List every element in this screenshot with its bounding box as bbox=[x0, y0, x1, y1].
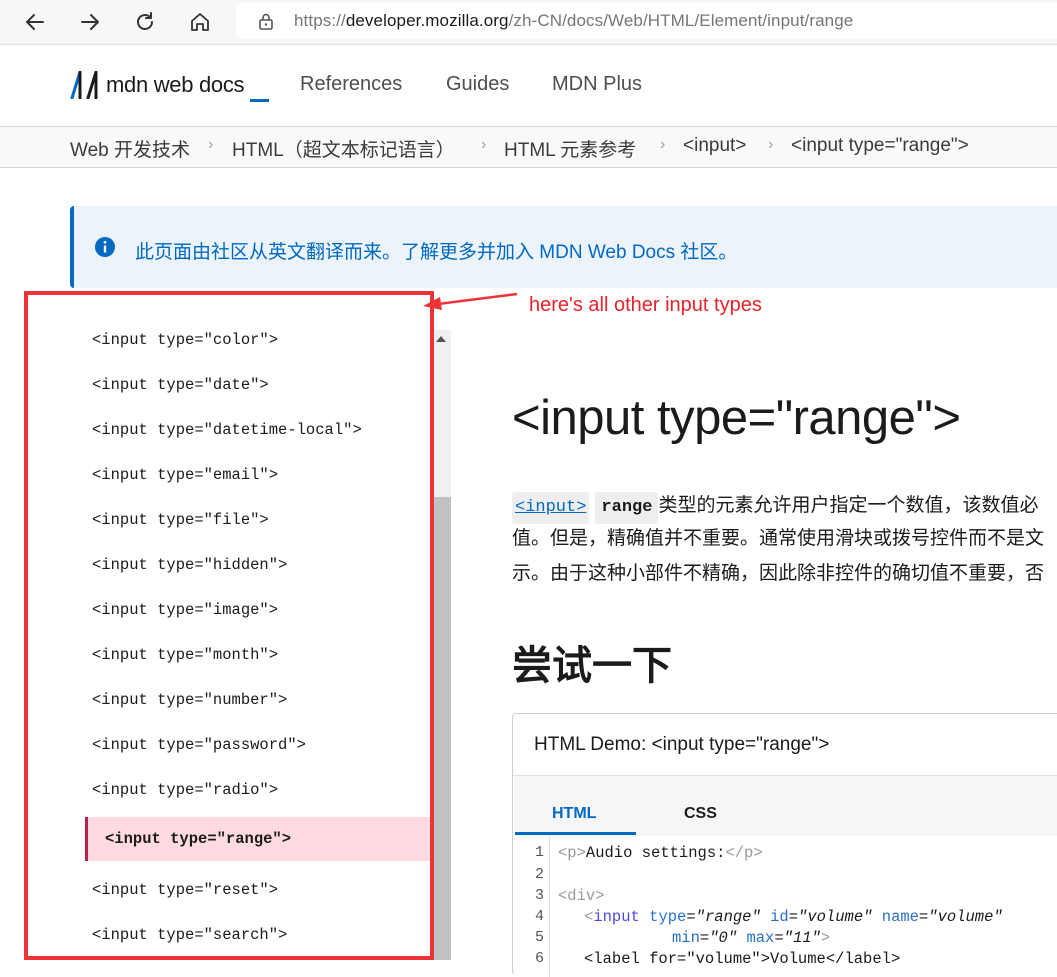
tab-html[interactable]: HTML bbox=[552, 805, 596, 823]
sidebar-item-range-active[interactable]: <input type="range"> bbox=[85, 817, 432, 861]
breadcrumb-separator: › bbox=[481, 136, 487, 153]
address-bar[interactable]: https://developer.mozilla.org/zh-CN/docs… bbox=[236, 3, 1057, 39]
line-number: 2 bbox=[534, 866, 544, 883]
breadcrumb-html[interactable]: HTML（超文本标记语言） bbox=[232, 135, 455, 162]
code-line-4: <input type="range" id="volume" name="vo… bbox=[584, 908, 1003, 926]
line-number-gutter: 1 2 3 4 5 6 bbox=[514, 837, 550, 977]
url-text: https://developer.mozilla.org/zh-CN/docs… bbox=[294, 11, 854, 30]
nav-references[interactable]: References bbox=[300, 73, 402, 96]
breadcrumb: Web 开发技术 › HTML（超文本标记语言） › HTML 元素参考 › <… bbox=[0, 126, 1057, 168]
logo-cursor bbox=[250, 99, 269, 102]
active-tab-indicator bbox=[515, 832, 636, 835]
tab-css[interactable]: CSS bbox=[684, 805, 717, 823]
sidebar-item[interactable]: <input type="search"> bbox=[92, 926, 287, 944]
nav-guides[interactable]: Guides bbox=[446, 73, 509, 96]
sidebar-scrollbar-thumb[interactable] bbox=[432, 497, 451, 960]
info-icon bbox=[95, 237, 115, 257]
mdn-logo[interactable]: mdn web docs bbox=[70, 71, 245, 99]
sidebar-nav: <input type="color"> <input type="date"> <… bbox=[30, 296, 432, 960]
demo-tab-bar: HTML CSS bbox=[514, 776, 1057, 836]
nav-mdn-plus[interactable]: MDN Plus bbox=[552, 73, 642, 96]
translation-notice: 此页面由社区从英文翻译而来。了解更多并加入 MDN Web Docs 社区。 bbox=[70, 206, 1057, 288]
intro-text-1: 类型的元素允许用户指定一个数值，该数值必 bbox=[658, 495, 1039, 516]
sidebar-item[interactable]: <input type="number"> bbox=[92, 691, 287, 709]
sidebar-item[interactable]: <input type="password"> bbox=[92, 736, 306, 754]
sidebar-item[interactable]: <input type="month"> bbox=[92, 646, 278, 664]
sidebar-item[interactable]: <input type="date"> bbox=[92, 376, 269, 394]
annotation-label: here's all other input types bbox=[529, 294, 762, 316]
breadcrumb-input[interactable]: <input> bbox=[683, 135, 746, 157]
sidebar-item[interactable]: <input type="radio"> bbox=[92, 781, 278, 799]
home-button[interactable] bbox=[184, 6, 216, 38]
line-number: 5 bbox=[534, 929, 544, 946]
breadcrumb-separator: › bbox=[208, 136, 214, 153]
breadcrumb-separator: › bbox=[660, 136, 666, 153]
sidebar-item[interactable]: <input type="datetime-local"> bbox=[92, 421, 362, 439]
forward-button[interactable] bbox=[74, 6, 106, 38]
breadcrumb-element-reference[interactable]: HTML 元素参考 bbox=[504, 135, 636, 162]
sidebar-item[interactable]: <input type="reset"> bbox=[92, 881, 278, 899]
intro-paragraph-line-2: 值。但是，精确值并不重要。通常使用滑块或拨号控件而不是文 bbox=[512, 528, 1045, 549]
code-line-3: <div> bbox=[558, 887, 605, 905]
sidebar-item[interactable]: <input type="email"> bbox=[92, 466, 278, 484]
code-line-1: <p>Audio settings:</p> bbox=[558, 844, 763, 862]
section-title-try-it: 尝试一下 bbox=[512, 644, 672, 688]
code-line-6: <label for="volume">Volume</label> bbox=[584, 950, 901, 968]
mdn-logo-icon bbox=[70, 71, 98, 99]
line-number: 1 bbox=[534, 844, 544, 861]
range-code: range bbox=[595, 492, 659, 524]
interactive-demo: HTML Demo: <input type="range"> HTML CSS… bbox=[512, 713, 1057, 977]
breadcrumb-web[interactable]: Web 开发技术 bbox=[70, 135, 190, 162]
page-title: <input type="range"> bbox=[512, 391, 961, 445]
browser-toolbar: https://developer.mozilla.org/zh-CN/docs… bbox=[0, 0, 1057, 45]
code-line-5: min="0" max="11"> bbox=[672, 929, 831, 947]
scroll-up-arrow-icon[interactable] bbox=[436, 336, 446, 342]
intro-paragraph-line-1: <input> range 类型的元素允许用户指定一个数值，该数值必 bbox=[512, 490, 1038, 524]
reload-icon bbox=[137, 12, 153, 30]
sidebar-item-label: <input type="range"> bbox=[105, 830, 292, 848]
logo-text: mdn web docs bbox=[106, 72, 245, 97]
sidebar-item[interactable]: <input type="image"> bbox=[92, 601, 278, 619]
intro-paragraph-line-3: 示。由于这种小部件不精确，因此除非控件的确切值不重要，否 bbox=[512, 563, 1045, 584]
breadcrumb-current: <input type="range"> bbox=[791, 135, 969, 156]
sidebar-item[interactable]: <input type="file"> bbox=[92, 511, 269, 529]
demo-title: HTML Demo: <input type="range"> bbox=[534, 734, 830, 755]
site-header: mdn web docs References Guides MDN Plus bbox=[0, 45, 1057, 125]
arrow-left-icon bbox=[26, 14, 44, 30]
input-element-link[interactable]: <input> bbox=[512, 492, 590, 524]
back-button[interactable] bbox=[19, 6, 51, 38]
sidebar-item[interactable]: <input type="color"> bbox=[92, 331, 278, 349]
annotation-arrow-icon bbox=[423, 292, 518, 310]
reload-button[interactable] bbox=[129, 6, 161, 38]
notice-text[interactable]: 此页面由社区从英文翻译而来。了解更多并加入 MDN Web Docs 社区。 bbox=[135, 237, 737, 264]
line-number: 6 bbox=[534, 950, 544, 967]
line-number: 4 bbox=[534, 908, 544, 925]
home-icon bbox=[191, 13, 209, 31]
sidebar-item[interactable]: <input type="hidden"> bbox=[92, 556, 287, 574]
arrow-right-icon bbox=[81, 14, 99, 30]
code-editor[interactable]: 1 2 3 4 5 6 <p>Audio settings:</p> <div>… bbox=[514, 837, 1057, 977]
lock-icon bbox=[259, 13, 273, 30]
line-number: 3 bbox=[534, 887, 544, 904]
breadcrumb-separator: › bbox=[768, 136, 774, 153]
